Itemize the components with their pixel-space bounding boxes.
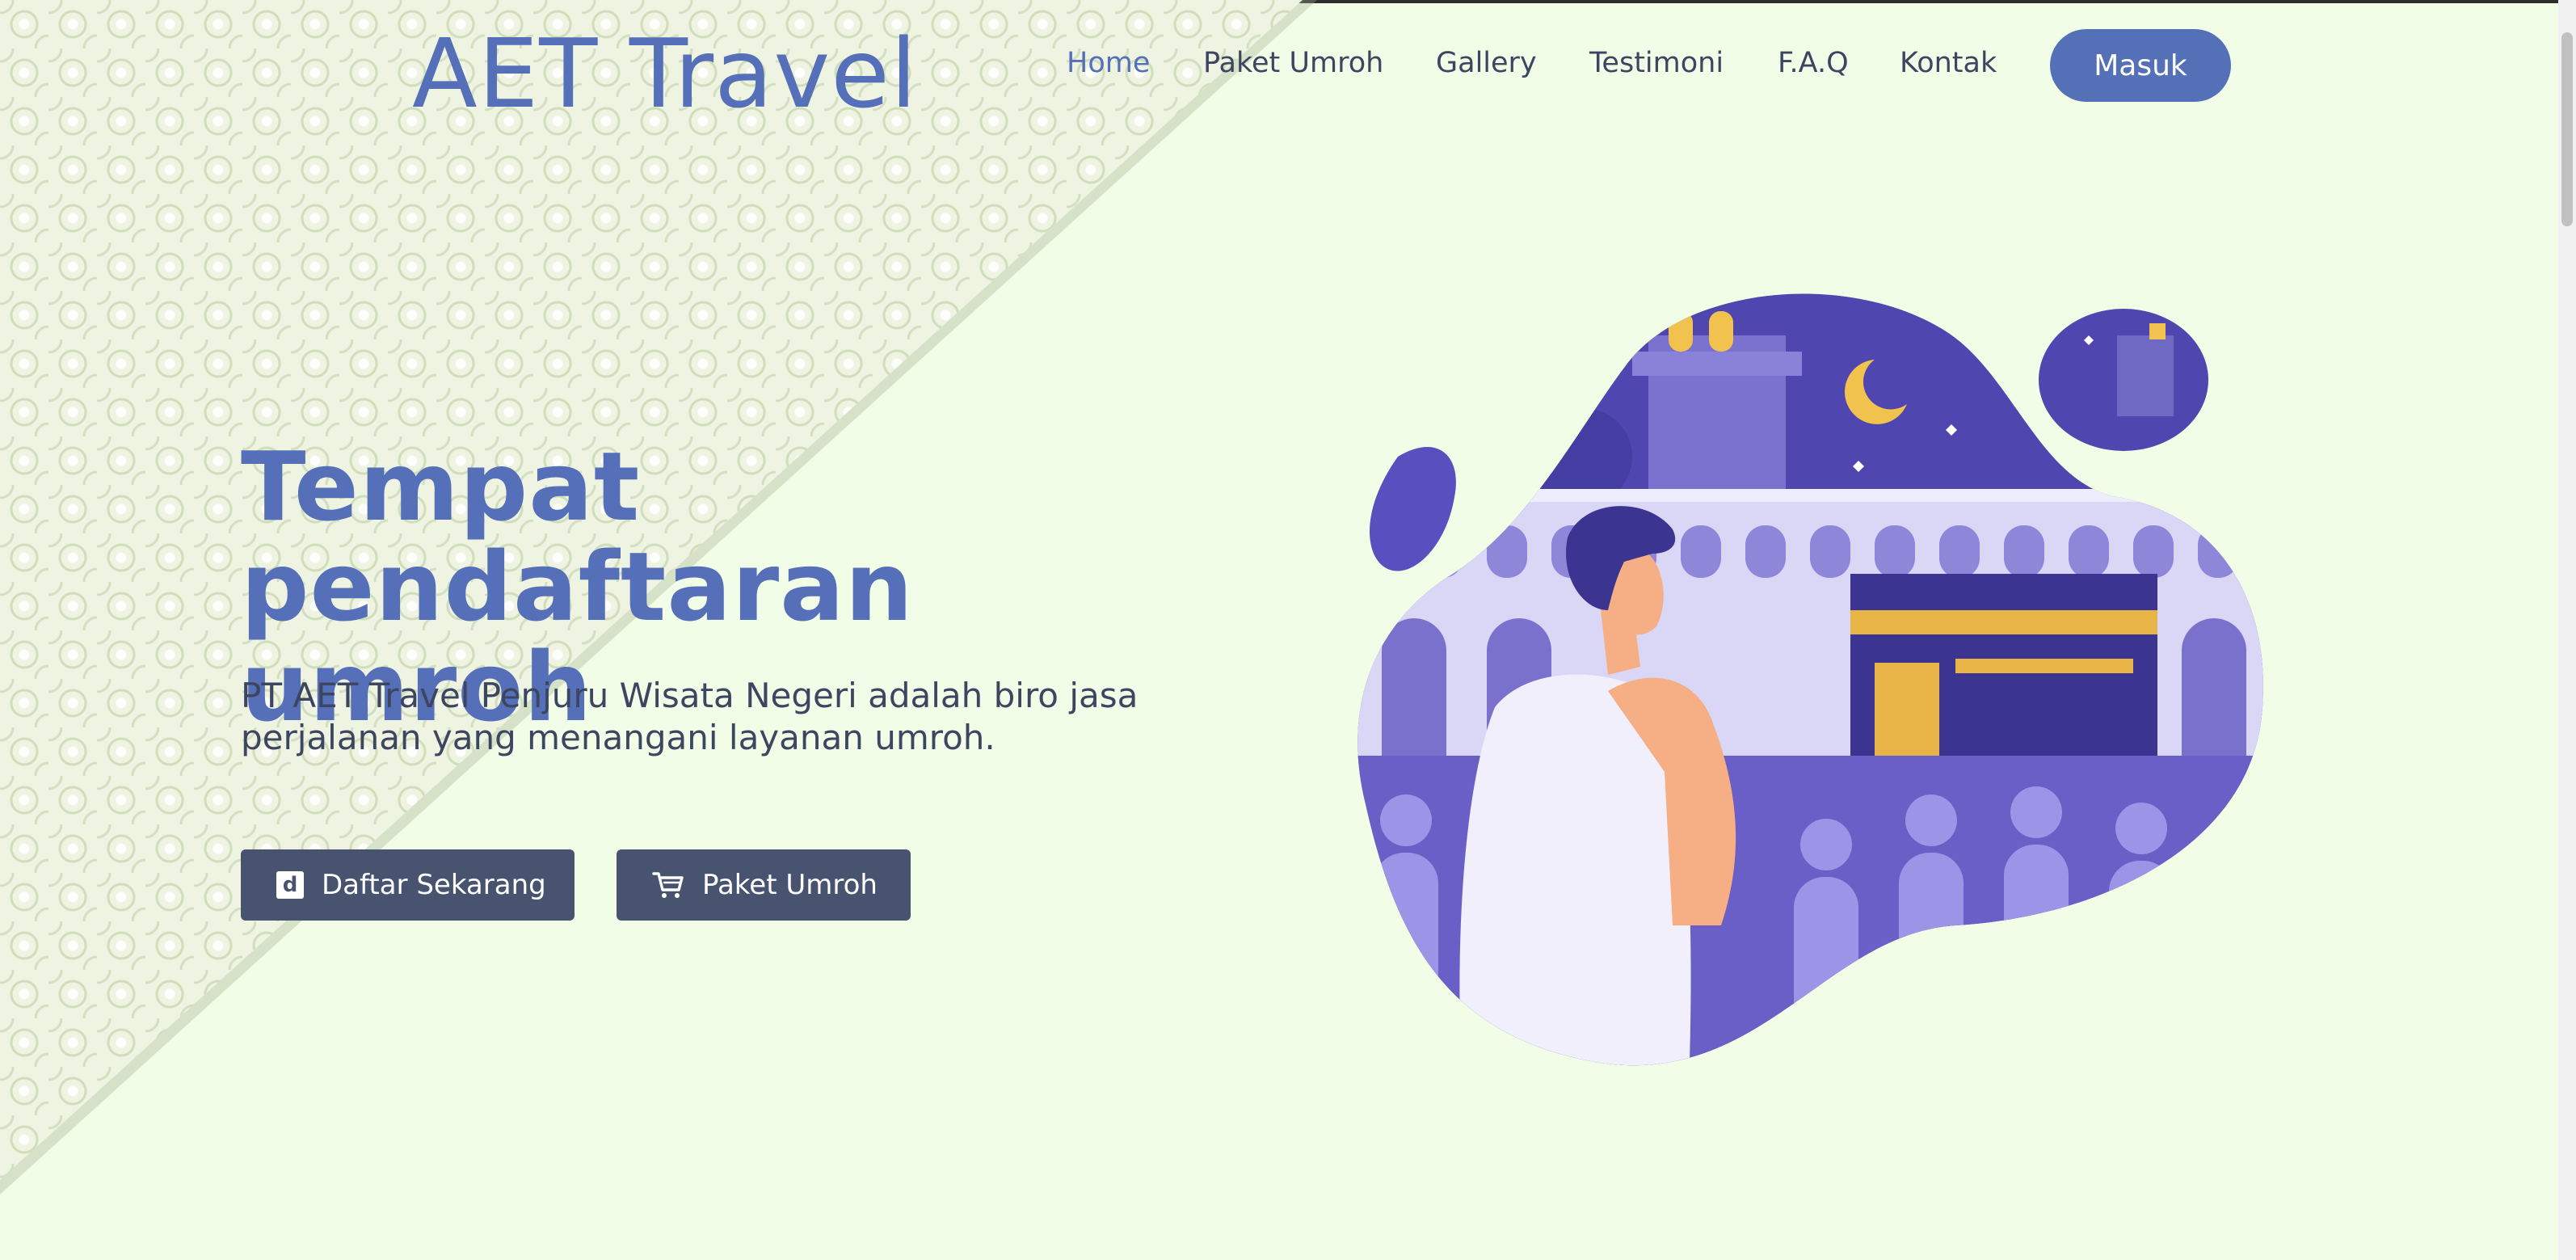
register-now-label: Daftar Sekarang xyxy=(322,869,546,901)
umroh-packages-button[interactable]: Paket Umroh xyxy=(617,849,911,921)
scrollbar-thumb[interactable] xyxy=(2561,32,2573,226)
pilgrim-kaaba-illustration xyxy=(1357,293,2263,1066)
login-button[interactable]: Masuk xyxy=(2050,29,2231,102)
hero-title-line-1: Tempat pendaftaran xyxy=(241,431,914,643)
nav-item-paket-umroh[interactable]: Paket Umroh xyxy=(1203,47,1383,79)
register-icon: d xyxy=(276,871,304,899)
cart-icon xyxy=(652,872,684,898)
umroh-packages-label: Paket Umroh xyxy=(702,869,878,901)
register-now-button[interactable]: d Daftar Sekarang xyxy=(241,849,575,921)
nav-item-kontak[interactable]: Kontak xyxy=(1900,47,1997,79)
nav-item-gallery[interactable]: Gallery xyxy=(1436,47,1537,79)
side-bubble-left xyxy=(1370,447,1456,571)
hero-description: PT AET Travel Penjuru Wisata Negeri adal… xyxy=(241,676,1139,757)
page-scrollbar[interactable] xyxy=(2558,0,2576,1260)
night-sky-bubble-small xyxy=(2039,309,2208,451)
nav-item-testimoni[interactable]: Testimoni xyxy=(1589,47,1724,79)
nav-item-faq[interactable]: F.A.Q xyxy=(1778,47,1849,79)
brand-logo[interactable]: AET Travel xyxy=(412,18,918,129)
nav-item-home[interactable]: Home xyxy=(1067,47,1150,79)
